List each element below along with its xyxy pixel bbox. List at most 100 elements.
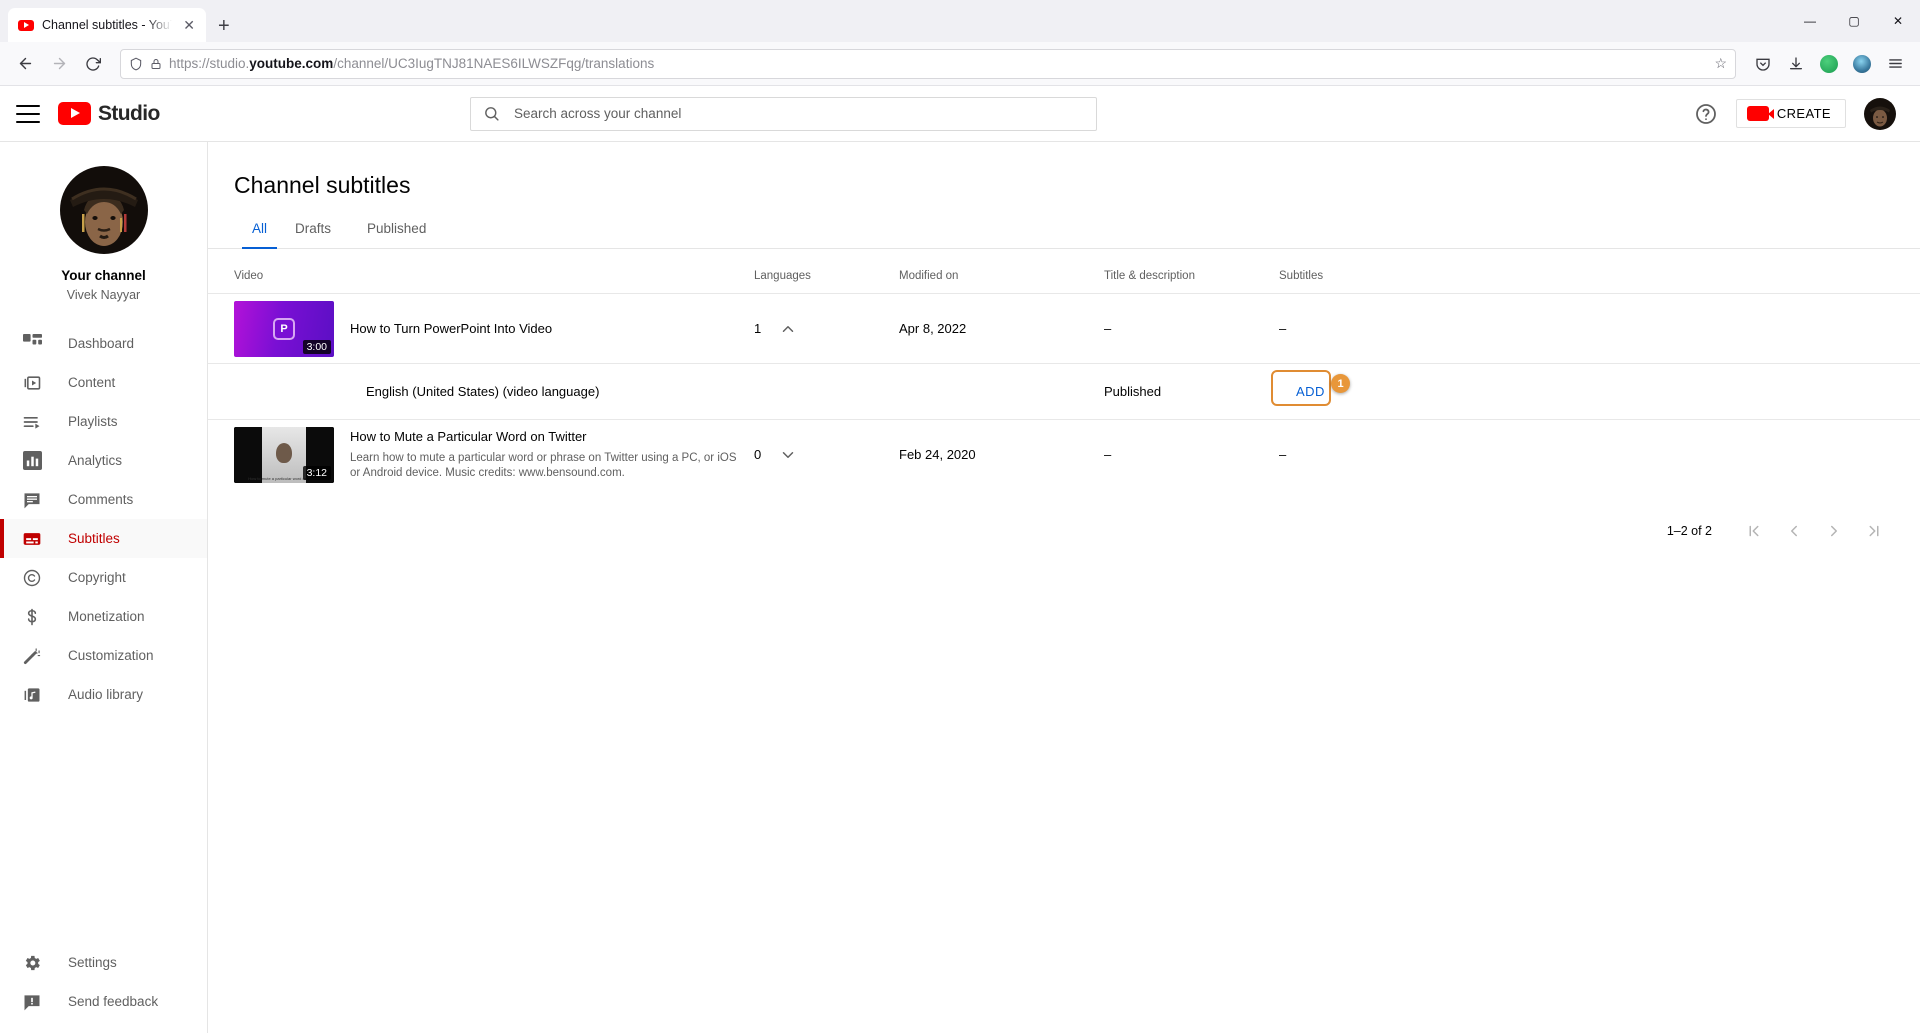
content-icon	[20, 371, 44, 395]
grammarly-extension-icon[interactable]	[1814, 49, 1844, 79]
subtitles-status: –	[1279, 321, 1287, 336]
chevron-up-icon[interactable]	[779, 320, 797, 338]
address-bar[interactable]: https://studio.youtube.com/channel/UC3Iu…	[120, 48, 1736, 79]
analytics-icon	[20, 449, 44, 473]
chevron-down-icon[interactable]	[779, 446, 797, 464]
step-badge: 1	[1331, 374, 1350, 393]
window-close-button[interactable]: ✕	[1876, 0, 1920, 42]
sidebar-item-send-feedback[interactable]: Send feedback	[0, 982, 207, 1021]
url-text: https://studio.youtube.com/channel/UC3Iu…	[169, 56, 654, 71]
bookmark-icon[interactable]: ☆	[1714, 55, 1727, 72]
video-title[interactable]: How to Mute a Particular Word on Twitter	[350, 428, 740, 446]
languages-cell[interactable]: 0	[754, 446, 899, 464]
language-publish-status: Published	[1104, 384, 1162, 399]
table-row[interactable]: How to mute a particular word on Twitter…	[208, 419, 1920, 489]
audio-library-icon	[20, 683, 44, 707]
first-page-button[interactable]	[1734, 511, 1774, 551]
modified-date: Apr 8, 2022	[899, 321, 967, 336]
shield-icon[interactable]	[129, 57, 143, 71]
tab-all[interactable]: All	[242, 221, 278, 249]
video-duration: 3:00	[302, 339, 331, 354]
new-tab-button[interactable]: +	[218, 16, 230, 36]
studio-header: Studio Search across your channel CREATE	[0, 86, 1920, 142]
powerpoint-icon: P	[273, 317, 295, 340]
language-name: English (United States) (video language)	[366, 384, 600, 399]
browser-tab[interactable]: Channel subtitles - YouTube Stu ✕	[8, 8, 206, 42]
column-header-subtitles: Subtitles	[1279, 270, 1324, 282]
sidebar: Your channel Vivek Nayyar Dashboard Cont…	[0, 142, 208, 1033]
languages-count: 1	[754, 321, 762, 336]
browser-toolbar: https://studio.youtube.com/channel/UC3Iu…	[0, 42, 1920, 86]
sidebar-item-label: Customization	[68, 648, 154, 663]
video-cell: P 3:00 How to Turn PowerPoint Into Video	[234, 300, 754, 357]
close-icon[interactable]: ✕	[180, 16, 198, 34]
sidebar-item-label: Dashboard	[68, 336, 135, 351]
video-title[interactable]: How to Turn PowerPoint Into Video	[350, 320, 552, 338]
previous-page-button[interactable]	[1774, 511, 1814, 551]
sidebar-item-content[interactable]: Content	[0, 363, 207, 402]
customization-icon	[20, 644, 44, 668]
hamburger-menu-icon[interactable]	[16, 104, 40, 123]
create-button[interactable]: CREATE	[1735, 99, 1846, 128]
main-content: Channel subtitles All Drafts Published V…	[208, 142, 1920, 1033]
downloads-icon[interactable]	[1781, 49, 1811, 79]
subtitles-icon	[20, 527, 44, 551]
search-icon	[483, 105, 500, 122]
sidebar-item-playlists[interactable]: Playlists	[0, 402, 207, 441]
sidebar-item-label: Audio library	[68, 687, 144, 702]
sidebar-item-dashboard[interactable]: Dashboard	[0, 324, 207, 363]
column-header-modified: Modified on	[899, 270, 959, 282]
help-icon[interactable]	[1694, 102, 1718, 126]
tab-published[interactable]: Published	[349, 221, 444, 248]
column-header-languages: Languages	[754, 270, 811, 282]
minimize-button[interactable]: —	[1788, 0, 1832, 42]
last-page-button[interactable]	[1854, 511, 1894, 551]
sidebar-bottom-nav: Settings Send feedback	[0, 943, 207, 1033]
video-meta: How to Turn PowerPoint Into Video	[350, 320, 552, 338]
languages-count: 0	[754, 447, 762, 462]
video-thumbnail[interactable]: How to mute a particular word on Twitter…	[234, 426, 334, 483]
monetization-icon	[20, 605, 44, 629]
profile-avatar-icon[interactable]	[1847, 49, 1877, 79]
avatar-image	[1864, 97, 1896, 130]
pagination-range: 1–2 of 2	[1666, 524, 1712, 538]
tab-drafts[interactable]: Drafts	[277, 221, 349, 248]
studio-logo[interactable]: Studio	[58, 102, 160, 126]
sidebar-item-customization[interactable]: Customization	[0, 636, 207, 675]
sidebar-item-comments[interactable]: Comments	[0, 480, 207, 519]
tab-title: Channel subtitles - YouTube Stu	[42, 18, 172, 32]
languages-cell[interactable]: 1	[754, 320, 899, 338]
channel-avatar[interactable]	[59, 166, 148, 254]
table-header: Video Languages Modified on Title & desc…	[208, 259, 1920, 293]
table-row[interactable]: P 3:00 How to Turn PowerPoint Into Video…	[208, 293, 1920, 363]
channel-name: Vivek Nayyar	[66, 288, 141, 302]
sidebar-item-monetization[interactable]: Monetization	[0, 597, 207, 636]
app-menu-icon[interactable]	[1880, 49, 1910, 79]
window-controls: — ▢ ✕	[1788, 0, 1920, 42]
next-page-button[interactable]	[1814, 511, 1854, 551]
playlists-icon	[20, 410, 44, 434]
search-box[interactable]: Search across your channel	[470, 96, 1097, 131]
video-cell: How to mute a particular word on Twitter…	[234, 426, 754, 483]
video-duration: 3:12	[302, 465, 331, 480]
video-thumbnail[interactable]: P 3:00	[234, 300, 334, 357]
channel-label: Your channel	[61, 268, 146, 283]
sidebar-item-subtitles[interactable]: Subtitles	[0, 519, 207, 558]
header-actions: CREATE	[1694, 97, 1896, 130]
content-tabs: All Drafts Published	[208, 221, 1920, 249]
back-icon[interactable]	[10, 49, 40, 79]
sidebar-item-copyright[interactable]: Copyright	[0, 558, 207, 597]
sidebar-item-label: Content	[68, 375, 116, 390]
sidebar-item-settings[interactable]: Settings	[0, 943, 207, 982]
video-camera-icon	[1746, 106, 1774, 121]
maximize-button[interactable]: ▢	[1832, 0, 1876, 42]
avatar[interactable]	[1864, 97, 1896, 130]
reload-icon[interactable]	[78, 49, 108, 79]
sidebar-item-audio-library[interactable]: Audio library	[0, 675, 207, 714]
language-row: English (United States) (video language)…	[208, 363, 1920, 419]
sidebar-item-analytics[interactable]: Analytics	[0, 441, 207, 480]
youtube-play-icon	[58, 102, 91, 125]
pocket-icon[interactable]	[1748, 49, 1778, 79]
forward-icon[interactable]	[44, 49, 74, 79]
